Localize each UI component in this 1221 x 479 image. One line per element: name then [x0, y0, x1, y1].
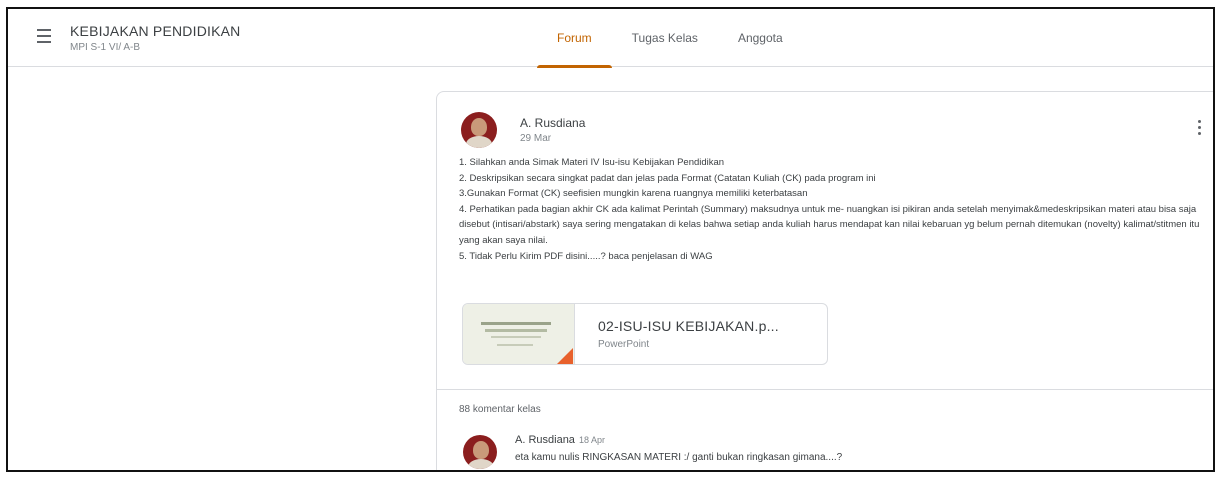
post-body: 1. Silahkan anda Simak Materi IV Isu-isu… [459, 155, 1211, 264]
class-comments-link[interactable]: 88 komentar kelas [459, 404, 541, 415]
post-line: 5. Tidak Perlu Kirim PDF disini.....? ba… [459, 250, 713, 262]
hamburger-menu-icon[interactable] [33, 25, 55, 47]
comment-author: A. Rusdiana [515, 434, 575, 446]
post-line: 2. Deskripsikan secara singkat padat dan… [459, 172, 876, 184]
tab-tugas-kelas[interactable]: Tugas Kelas [612, 9, 718, 67]
attachment-type: PowerPoint [598, 339, 650, 350]
class-title[interactable]: KEBIJAKAN PENDIDIKAN [70, 23, 241, 39]
post-line: 1. Silahkan anda Simak Materi IV Isu-isu… [459, 157, 725, 168]
tab-anggota[interactable]: Anggota [718, 9, 803, 67]
author-avatar [461, 112, 497, 148]
post-author: A. Rusdiana [520, 116, 586, 130]
divider [437, 389, 1213, 390]
class-tabs: Forum Tugas Kelas Anggota [537, 9, 803, 68]
tab-forum[interactable]: Forum [537, 9, 612, 68]
post-line: 4. Perhatikan pada bagian akhir CK ada k… [459, 203, 1200, 246]
top-app-bar: KEBIJAKAN PENDIDIKAN MPI S-1 VI/ A-B For… [8, 9, 1213, 68]
comment-header: A. Rusdiana 18 Apr [515, 434, 605, 446]
comment-text: eta kamu nulis RINGKASAN MATERI :/ ganti… [515, 452, 843, 463]
attachment-card[interactable]: 02-ISU-ISU KEBIJAKAN.p... PowerPoint [462, 303, 828, 365]
post-date: 29 Mar [520, 133, 552, 144]
more-options-icon[interactable] [1193, 120, 1205, 140]
powerpoint-icon [555, 348, 573, 364]
comment-author-avatar [463, 435, 497, 469]
announcement-card: A. Rusdiana 29 Mar 1. Silahkan anda Sima… [436, 91, 1213, 470]
slide-thumbnail [463, 304, 575, 364]
app-window: KEBIJAKAN PENDIDIKAN MPI S-1 VI/ A-B For… [6, 7, 1215, 472]
attachment-name: 02-ISU-ISU KEBIJAKAN.p... [598, 318, 779, 334]
post-line: 3.Gunakan Format (CK) seefisien mungkin … [459, 188, 808, 200]
class-section: MPI S-1 VI/ A-B [70, 42, 141, 53]
comment-date: 18 Apr [578, 435, 605, 445]
